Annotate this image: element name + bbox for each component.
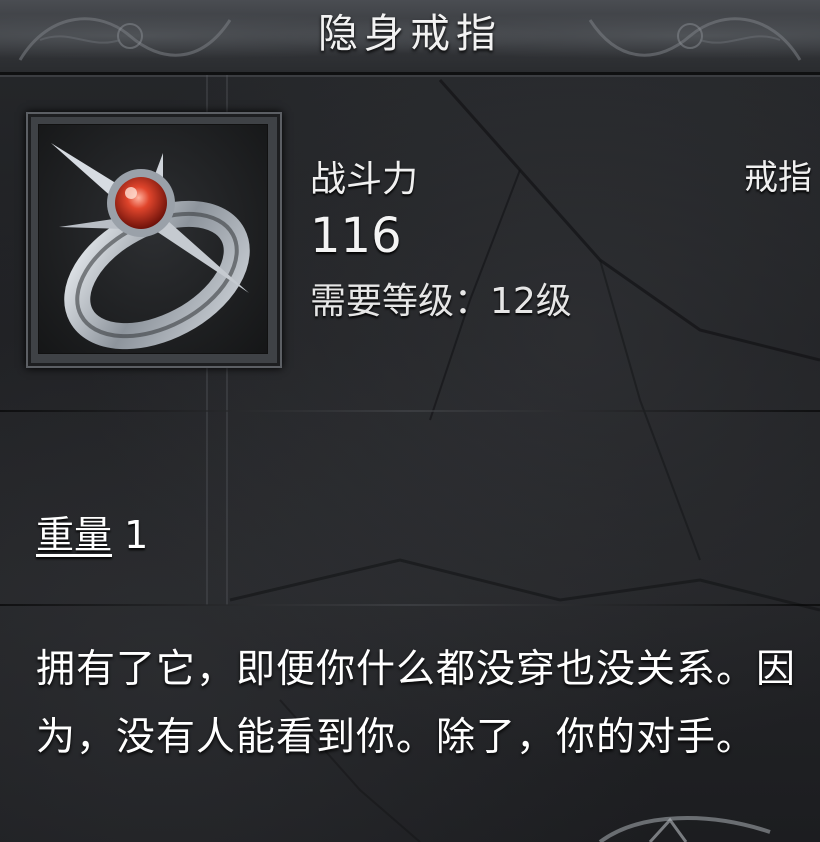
weight-label: 重量 — [36, 513, 113, 557]
corner-ornament-icon — [598, 816, 771, 842]
item-icon-frame[interactable] — [26, 112, 282, 368]
equipment-slot-label: 戒指 — [744, 158, 812, 198]
tooltip-header: 隐身戒指 — [0, 0, 820, 75]
ring-with-red-gem-icon — [51, 143, 250, 350]
section-divider — [0, 410, 820, 412]
section-divider — [0, 604, 820, 606]
item-description: 拥有了它，即便你什么都没穿也没关系。因为，没有人能看到你。除了，你的对手。 — [36, 647, 797, 760]
combat-power-label: 战斗力 — [310, 159, 419, 200]
level-requirement: 需要等级：12级 — [310, 281, 572, 322]
item-name-title: 隐身戒指 — [318, 11, 502, 57]
item-icon-slot — [38, 124, 268, 354]
combat-power-value: 116 — [310, 208, 402, 264]
weight-stat: 重量 1 — [36, 504, 148, 559]
item-tooltip-panel: 隐身戒指 战斗力 戒指 116 需要等级：12级 重量 1 拥有了它，即便你什么… — [0, 0, 820, 842]
weight-value: 1 — [124, 513, 149, 557]
